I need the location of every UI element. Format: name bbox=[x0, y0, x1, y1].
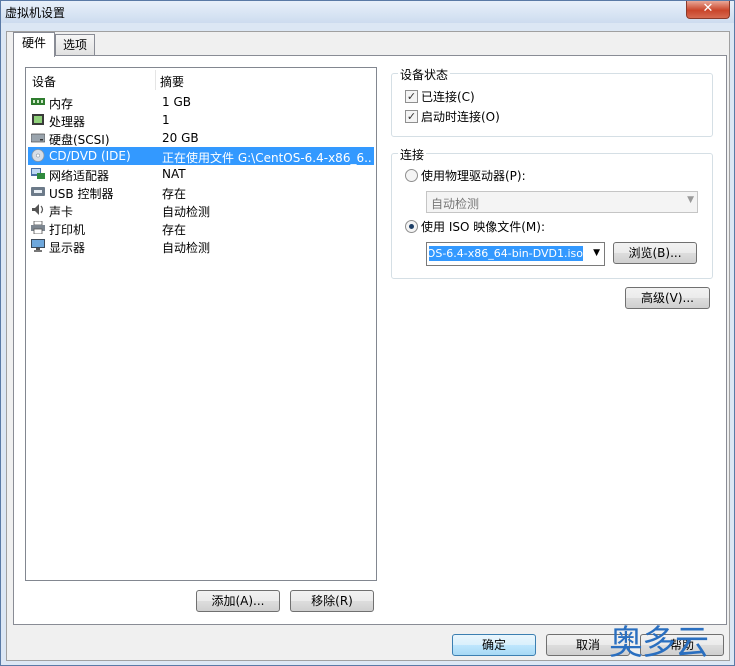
column-header-summary[interactable]: 摘要 bbox=[160, 73, 184, 90]
hard-disk-icon bbox=[31, 133, 45, 143]
device-row-sound-card[interactable]: 声卡 自动检测 bbox=[28, 201, 374, 219]
watermark-logo: 奥多云 bbox=[609, 623, 709, 663]
device-summary: 1 GB bbox=[162, 95, 191, 109]
usb-controller-icon bbox=[31, 187, 45, 196]
device-status-title: 设备状态 bbox=[398, 66, 451, 83]
close-icon: ✕ bbox=[702, 1, 714, 16]
device-summary: NAT bbox=[162, 167, 186, 181]
physical-drive-label[interactable]: 使用物理驱动器(P): bbox=[421, 167, 526, 184]
device-row-memory[interactable]: 内存 1 GB bbox=[28, 93, 374, 111]
device-row-printer[interactable]: 打印机 存在 bbox=[28, 219, 374, 237]
display-icon bbox=[31, 239, 45, 252]
device-summary: 自动检测 bbox=[162, 205, 211, 219]
device-name: CD/DVD (IDE) bbox=[49, 149, 131, 163]
physical-drive-value: 自动检测 bbox=[431, 197, 480, 211]
device-name: 内存 bbox=[49, 97, 74, 111]
sound-card-icon bbox=[32, 204, 44, 215]
radio-selected-dot bbox=[409, 224, 414, 229]
iso-image-radio[interactable] bbox=[405, 220, 418, 233]
virtual-machine-settings-dialog: 虚拟机设置 ✕ 硬件 选项 设备 摘要 内存 1 GB 处理器 1 硬盘(SCS… bbox=[0, 0, 735, 666]
ok-button[interactable]: 确定 bbox=[452, 634, 536, 656]
physical-drive-radio[interactable] bbox=[405, 169, 418, 182]
browse-button[interactable]: 浏览(B)... bbox=[613, 242, 697, 264]
memory-icon bbox=[31, 98, 45, 105]
device-row-usb-controller[interactable]: USB 控制器 存在 bbox=[28, 183, 374, 201]
device-name: 硬盘(SCSI) bbox=[49, 133, 110, 147]
device-list[interactable]: 设备 摘要 内存 1 GB 处理器 1 硬盘(SCSI) 20 GB CD/DV… bbox=[25, 67, 377, 581]
title-bar[interactable]: 虚拟机设置 ✕ bbox=[1, 1, 734, 23]
iso-image-label[interactable]: 使用 ISO 映像文件(M): bbox=[421, 218, 545, 235]
network-adapter-icon bbox=[31, 168, 45, 179]
column-divider[interactable] bbox=[155, 70, 156, 90]
connect-at-power-on-checkbox[interactable]: ✓ bbox=[405, 110, 418, 123]
device-name: 声卡 bbox=[49, 205, 74, 219]
cd-dvd-icon bbox=[31, 149, 45, 162]
device-name: 打印机 bbox=[49, 223, 86, 237]
device-row-cd-dvd[interactable]: CD/DVD (IDE) 正在使用文件 G:\CentOS-6.4-x86_6.… bbox=[28, 147, 374, 165]
processor-icon bbox=[32, 114, 44, 125]
device-row-hard-disk[interactable]: 硬盘(SCSI) 20 GB bbox=[28, 129, 374, 147]
device-summary: 存在 bbox=[162, 223, 187, 237]
device-name: 处理器 bbox=[49, 115, 86, 129]
connected-label[interactable]: 已连接(C) bbox=[421, 88, 475, 105]
advanced-button[interactable]: 高级(V)... bbox=[625, 287, 710, 309]
printer-icon bbox=[31, 221, 45, 234]
device-row-display[interactable]: 显示器 自动检测 bbox=[28, 237, 374, 255]
add-button[interactable]: 添加(A)... bbox=[196, 590, 280, 612]
close-button[interactable]: ✕ bbox=[686, 1, 730, 19]
device-summary: 存在 bbox=[162, 187, 187, 201]
device-summary: 自动检测 bbox=[162, 241, 211, 255]
device-row-network-adapter[interactable]: 网络适配器 NAT bbox=[28, 165, 374, 183]
device-name: 网络适配器 bbox=[49, 169, 110, 183]
column-header-device[interactable]: 设备 bbox=[32, 73, 56, 90]
device-row-processor[interactable]: 处理器 1 bbox=[28, 111, 374, 129]
window-title: 虚拟机设置 bbox=[5, 6, 66, 20]
device-summary: 20 GB bbox=[162, 131, 199, 145]
physical-drive-select: 自动检测 ▼ bbox=[426, 191, 698, 213]
device-summary: 正在使用文件 G:\CentOS-6.4-x86_6... bbox=[162, 151, 372, 165]
device-name: 显示器 bbox=[49, 241, 86, 255]
device-list-header: 设备 摘要 bbox=[26, 70, 376, 90]
iso-image-path-combo[interactable]: CentOS-6.4-x86_64-bin-DVD1.iso ▼ bbox=[426, 242, 605, 266]
tab-options[interactable]: 选项 bbox=[55, 34, 95, 56]
tab-hardware[interactable]: 硬件 bbox=[13, 32, 55, 57]
iso-image-path-value[interactable]: CentOS-6.4-x86_64-bin-DVD1.iso bbox=[429, 246, 583, 261]
device-summary: 1 bbox=[162, 113, 170, 127]
chevron-down-icon: ▼ bbox=[687, 195, 694, 205]
device-name: USB 控制器 bbox=[49, 187, 114, 201]
connection-title: 连接 bbox=[398, 146, 427, 163]
chevron-down-icon[interactable]: ▼ bbox=[593, 248, 600, 258]
connect-at-power-on-label[interactable]: 启动时连接(O) bbox=[421, 108, 500, 125]
connected-checkbox[interactable]: ✓ bbox=[405, 90, 418, 103]
remove-button[interactable]: 移除(R) bbox=[290, 590, 374, 612]
